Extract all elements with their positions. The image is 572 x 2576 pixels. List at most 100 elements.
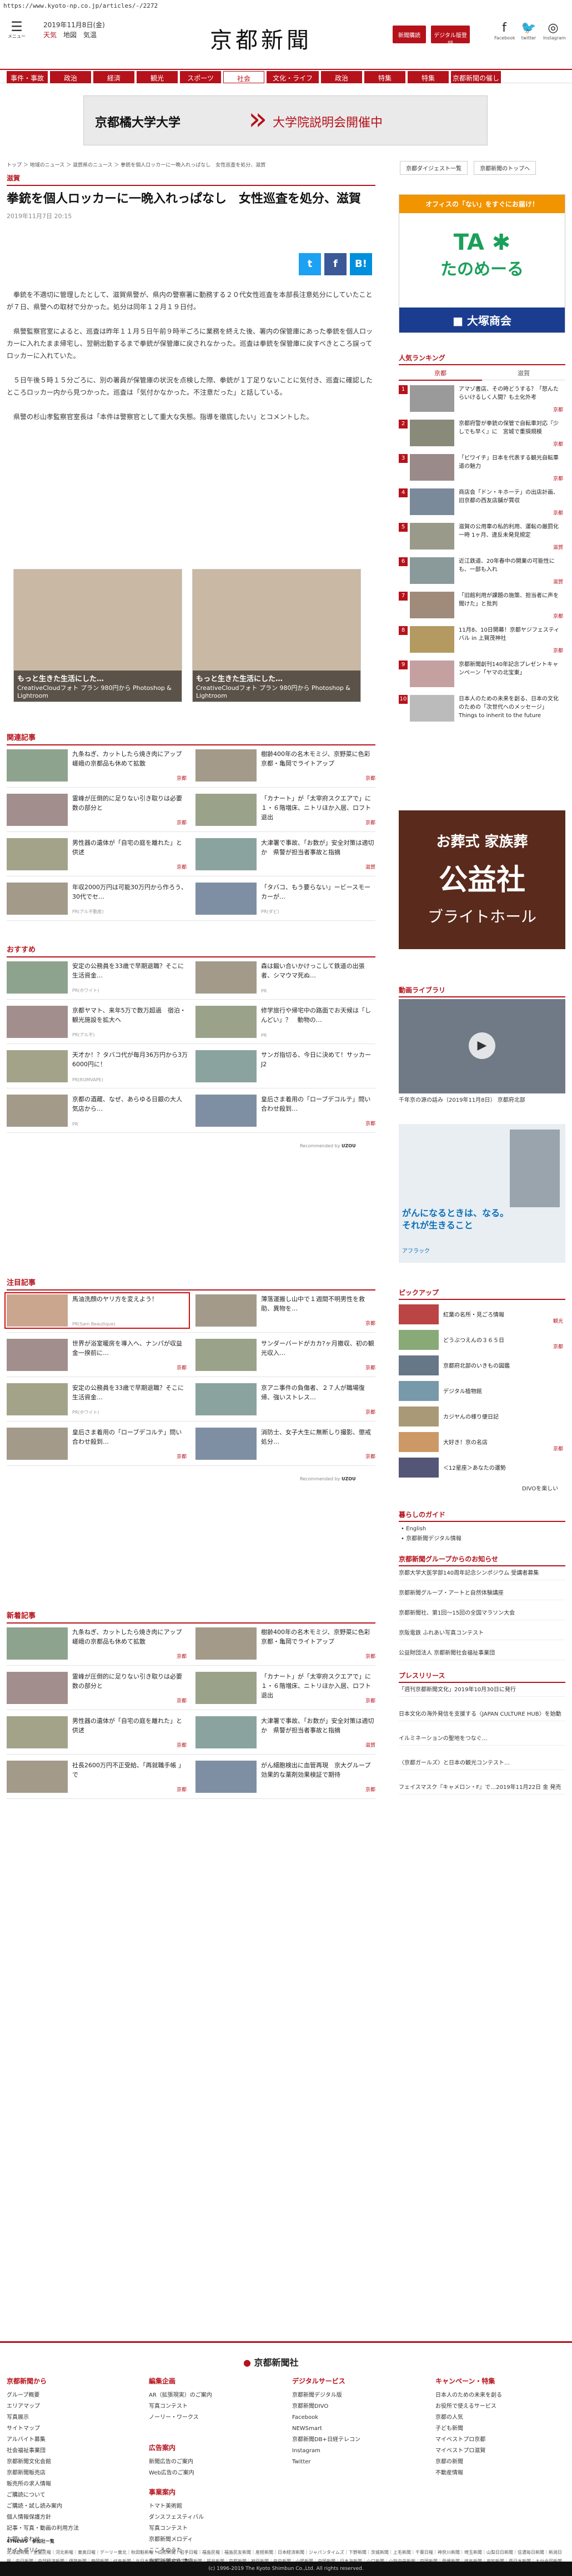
chuumoku-card[interactable]: 馬油洗顔のヤリ方を変えよう！ PR(Sam Beautique) [4,1292,190,1329]
site-logo[interactable]: 京都新聞 [210,22,312,54]
sidebar-ad-funeral[interactable]: お葬式 家族葬 公益社 ブライトホール [399,810,565,949]
facebook-link[interactable]: f Facebook [494,21,515,41]
chuumoku-card[interactable]: 消防士、女子大生に無断しり撮影、懲戒処分… 京都 [195,1428,377,1460]
ranking-item[interactable]: 4 商店会「ドン・キホーテ」の出店計画、旧京都の西友店舗が買収 京都 [399,488,565,517]
footer-link[interactable]: Twitter [292,2457,403,2468]
footer-link[interactable]: ご購読・試し読み案内 [7,2501,118,2512]
footer-link[interactable]: お役所で使えるサービス [435,2401,546,2412]
footer-link[interactable]: エリアマップ [7,2401,118,2412]
footer-link[interactable]: 記事・写真・動画の利用方法 [7,2523,118,2534]
shinchaku-card[interactable]: 大津署で事故、「お数が」安全対策は適切か 県警が担当者事故と指摘 滋賀 [195,1716,377,1748]
inline-ad-1[interactable]: もっと生きた生活にした… CreativeCloudフォト プラン 980円から … [13,569,182,702]
sidebar-ad-tanomail[interactable]: オフィスの「ない」をすぐにお届け！ TA ✱ たのめーる ■ 大塚商会 [399,194,565,333]
shinchaku-card[interactable]: 霊峰が圧倒的に足りない引き取りは必要数の部分と 京都 [7,1672,188,1704]
footer-link[interactable]: Web広告のご案内 [149,2468,260,2479]
guide-link[interactable]: • English [401,1525,568,1533]
footer-link[interactable]: NEWSmart [292,2423,403,2434]
uzou-logo[interactable]: UZOU [342,1143,356,1148]
nav-item-7[interactable]: 政治 [321,71,362,83]
footer-link[interactable]: 販売所の求人情報 [7,2479,118,2490]
footer-link[interactable]: マイベストプロ滋賀 [435,2446,546,2457]
ranking-item[interactable]: 6 近江鉄道、20年春中の開業の可能性にも、一部も入れ 滋賀 [399,557,565,586]
footer-link[interactable]: Facebook [292,2412,403,2423]
footer-link[interactable]: ダンスフェスティバル [149,2512,260,2523]
ranking-item[interactable]: 10 日本人のための未来を創る、日本の文化のための「次世代へのメッセージ」Thin… [399,695,565,724]
footer-logo[interactable]: ● 京都新聞社 [243,2355,299,2368]
footer-link[interactable]: 写真コンテスト [149,2401,260,2412]
footer-link[interactable]: ご購読について [7,2490,118,2501]
osusume-card[interactable]: 修学旅行や帰宅中の路面でお天候は「しんどい」？ 動物の… PR [195,1006,377,1038]
ranking-item[interactable]: 5 滋賀の公用車の私的利用、運転の厳罰化 一時 1ヶ月、違反未発見規定 滋賀 [399,523,565,552]
guide-link[interactable]: • 京都新聞デジタル情報 [401,1535,568,1543]
nav-item-3[interactable]: 観光 [137,71,178,83]
ranking-item[interactable]: 1 アマゾ書店、その時どうする？「怒んたらいけるしく人間？も土化外考 京都 [399,385,565,414]
shinchaku-card[interactable]: 九条ねぎ、カットしたら焼き肉にアップ 嵯峨の京都品も休めて拡散 京都 [7,1627,188,1660]
chuumoku-card[interactable]: 皇后さま着用の「ローブデコルテ」問い合わせ殺到… 京都 [7,1428,188,1460]
twitter-link[interactable]: 🐦 twitter [519,21,539,41]
chuumoku-card[interactable]: 京アニ事件の負傷者、２７人が職場復帰、強いストレス… 京都 [195,1383,377,1415]
footer-link[interactable]: ノーリー・ワークス [149,2412,260,2423]
footer-link[interactable]: 日本人のための未来を創る [435,2390,546,2401]
press-link[interactable]: フェイスマスク『キャメロン・F』で…2019年11月22日 金 発売 [399,1784,565,1794]
nav-item-0[interactable]: 事件・事故 [7,71,48,83]
footer-link[interactable]: マイベストプロ京都 [435,2434,546,2446]
footer-link[interactable]: 京都の新聞 [435,2457,546,2468]
ranking-tab-1[interactable]: 滋賀 [482,366,565,380]
shinchaku-card[interactable]: がん細胞検出に血管再現 京大グループ 効果的な薬剤効果検証で期待 京都 [195,1761,377,1793]
digest-link[interactable]: 京都ダイジェスト一覧 [400,161,468,175]
weather-link-2[interactable]: 気温 [83,31,97,39]
nav-item-8[interactable]: 特集 [364,71,405,83]
menu-button[interactable]: ☰ メニュー [7,20,27,39]
related-card[interactable]: 樹齢400年の名木モミジ、京野菜に色彩 京都・亀岡でライトアップ 京都 [195,749,377,782]
footer-link[interactable]: 京都新聞デジタル版 [292,2390,403,2401]
press-link[interactable]: 〈京都ガールズ〉と日本の観光コンテスト… [399,1760,565,1770]
footer-link[interactable]: 子ども新聞 [435,2423,546,2434]
footer-link[interactable]: 京都新聞DB+日経テレコン [292,2434,403,2446]
pickup-more-link[interactable]: DIVOを楽しい [522,1485,572,1493]
group-news-link[interactable]: 京都新聞社、第1回～15回の全国マラソン大会 [399,1610,565,1620]
breadcrumb[interactable]: トップ ＞ 地域のニュース ＞ 滋賀県のニュース ＞ 拳銃を個人ロッカーに一晩入… [7,161,265,168]
pickup-item[interactable]: 京都府北部のいきもの図鑑 [399,1355,565,1375]
related-card[interactable]: 年収2000万円は可能30万円から作ろう、30代でセ… PR(アル不動産) [7,883,188,915]
sidebar-ad-aflac[interactable]: がんになるときは、なる。それが生きること アフラック [399,1124,565,1263]
related-card[interactable]: 大津署で事故、「お数が」安全対策は適切か 県警が担当者事故と指摘 滋賀 [195,838,377,870]
chuumoku-card[interactable]: 世界が浴室暖房を導入へ、ナンパが収益金一揆前に… 京都 [7,1339,188,1371]
footer-link[interactable]: サイトマップ [7,2423,118,2434]
digital-signup-button[interactable]: デジタル版登録 [431,26,470,47]
ranking-item[interactable]: 9 京都新聞創刊140年記念プレゼントキャンペーン「ヤマの北宝東」 [399,661,565,689]
nav-item-4[interactable]: スポーツ [180,71,221,83]
pickup-item[interactable]: 大好き！京の名店 京都 [399,1432,565,1452]
osusume-card[interactable]: サンガ指切る、今日に決めて！サッカーJ2 [195,1050,377,1082]
related-card[interactable]: 「タバコ、もう要らない」ービースモーカーが… PR(ダビ) [195,883,377,915]
footer-link[interactable]: 社会福祉事業団 [7,2446,118,2457]
address-bar[interactable]: https://www.kyoto-np.co.jp/articles/-/22… [0,0,572,12]
osusume-card[interactable]: 京都ヤマト、来年5万で数万超過 宿泊・観光施設を拡大へ PR(アル不) [7,1006,188,1038]
footer-link[interactable]: 写真コンテスト [149,2523,260,2534]
chuumoku-card[interactable]: 薄落運搬し山中で１週間不明男性を救助、異物を… 京都 [195,1294,377,1327]
shinchaku-card[interactable]: 社長2600万円不正受給、「再就職手帳 」で 京都 [7,1761,188,1793]
instagram-link[interactable]: ◎ Instagram [543,21,566,41]
osusume-card[interactable]: 天才か！？タバコ代が毎月36万円から3万6000円に！ PR(ROMVAPE) [7,1050,188,1082]
footer-link[interactable]: アルバイト募集 [7,2434,118,2446]
footer-link[interactable]: 京都新聞販売店 [7,2468,118,2479]
nav-item-2[interactable]: 経済 [93,71,134,83]
group-news-link[interactable]: 京都大学大医学部140周年記念シンポジウム 受講者募集 [399,1570,565,1580]
ranking-tab-0[interactable]: 京都 [399,366,482,381]
shinchaku-card[interactable]: 男性器の遺体が「自宅の庭を離れた」と供述 京都 [7,1716,188,1748]
osusume-card[interactable]: 安定の公務員を33歳で早期退職？そこに生活資金… PR(ホワイト) [7,961,188,994]
related-card[interactable]: 九条ねぎ、カットしたら焼き肉にアップ 嵯峨の京都品も休めて拡散 京都 [7,749,188,782]
footer-link[interactable]: 京都の人気 [435,2412,546,2423]
group-news-link[interactable]: 公益財団法人 京都新聞社会福祉事業団 [399,1650,565,1660]
footer-link[interactable]: 京都新聞文化会館 [7,2457,118,2468]
chuumoku-card[interactable]: サンダーバードがカカ?ヶ月撤収、初の観光収入… 京都 [195,1339,377,1371]
osusume-card[interactable]: 京都の酒蔵、なぜ、あらゆる日銀の大人気店から… PR [7,1095,188,1127]
pickup-item[interactable]: デジタル植物館 [399,1381,565,1401]
footer-link[interactable]: トマト美術館 [149,2501,260,2512]
ranking-item[interactable]: 3 「ビワイチ」日本を代表する観光自転車道の魅力 京都 [399,454,565,483]
related-card[interactable]: 霊峰が圧倒的に足りない引き取りは必要数の部分と 京都 [7,794,188,826]
nav-item-5[interactable]: 社会 [223,71,264,83]
press-link[interactable]: 日本文化の海外発信を支援する〈JAPAN CULTURE HUB〉を始動 [399,1711,565,1721]
osusume-card[interactable]: 森は鍛い合いかけっこして鉄道の出張者、シマウマ死ぬ… PR [195,961,377,994]
nav-item-6[interactable]: 文化・ライフ [267,71,319,83]
footer-link[interactable]: AR（拡張現実）のご案内 [149,2390,260,2401]
